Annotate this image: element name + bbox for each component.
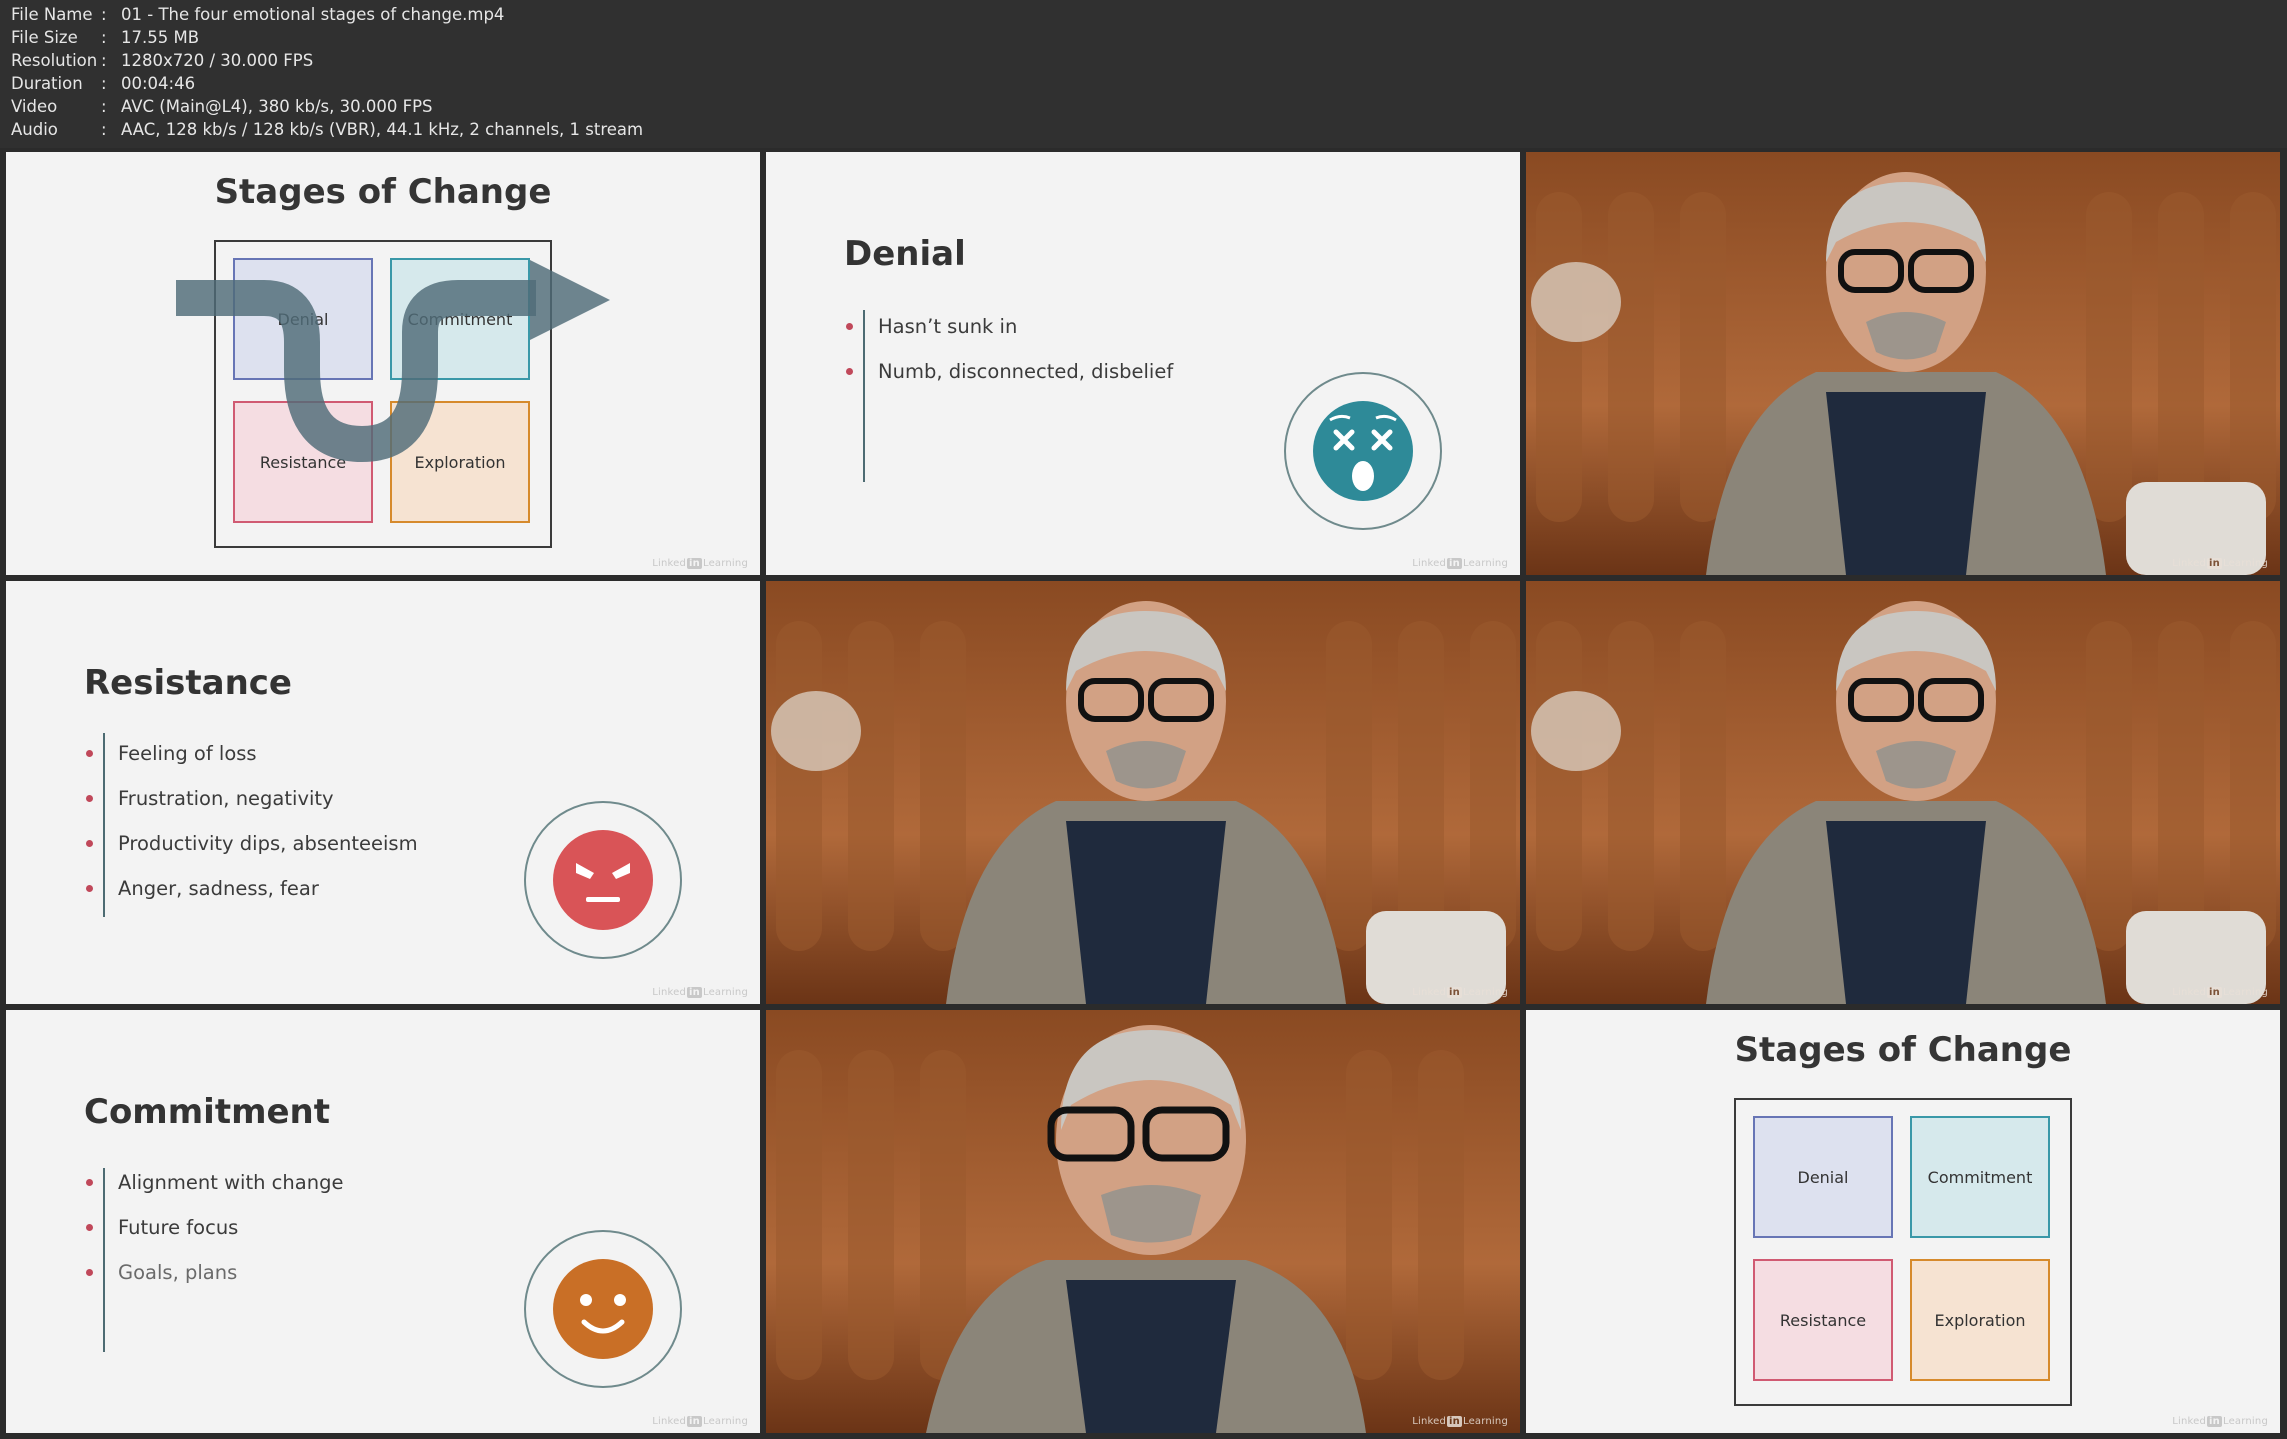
list-item: Anger, sadness, fear bbox=[86, 866, 418, 911]
presenter-video-frame bbox=[1526, 152, 2280, 575]
linkedin-learning-watermark: Linked in Learning bbox=[652, 558, 748, 569]
list-item: Hasn’t sunk in bbox=[846, 304, 1173, 349]
list-item: Productivity dips, absenteeism bbox=[86, 821, 418, 866]
list-item: Alignment with change bbox=[86, 1160, 343, 1205]
bullet-list: Alignment with change Future focus Goals… bbox=[86, 1160, 343, 1295]
bullet-dot bbox=[86, 840, 93, 847]
bullet-dot bbox=[86, 750, 93, 757]
bullet-dot bbox=[86, 1269, 93, 1276]
quadrant-exploration: Exploration bbox=[1910, 1259, 2050, 1381]
slide-title: Stages of Change bbox=[1734, 1030, 2072, 1070]
slide-title: Resistance bbox=[84, 663, 292, 703]
thumbnail-commitment[interactable]: Commitment Alignment with change Future … bbox=[6, 1010, 760, 1433]
emoji-ring bbox=[1284, 372, 1442, 530]
linkedin-learning-watermark: Linked in Learning bbox=[652, 1416, 748, 1427]
change-curve-arrow-icon bbox=[176, 260, 610, 463]
list-item: Frustration, negativity bbox=[86, 776, 418, 821]
bullet-dot bbox=[86, 1224, 93, 1231]
linkedin-learning-watermark: Linked in Learning bbox=[2172, 558, 2268, 569]
quadrant-resistance: Resistance bbox=[1753, 1259, 1893, 1381]
linkedin-learning-watermark: Linked in Learning bbox=[2172, 987, 2268, 998]
quadrant-denial: Denial bbox=[1753, 1116, 1893, 1238]
thumbnail-resistance[interactable]: Resistance Feeling of loss Frustration, … bbox=[6, 581, 760, 1004]
thumbnail-video-frame-2[interactable]: Linked in Learning bbox=[766, 581, 1520, 1004]
emoji-ring bbox=[524, 801, 682, 959]
bullet-list: Feeling of loss Frustration, negativity … bbox=[86, 731, 418, 911]
thumbnail-video-frame-3[interactable]: Linked in Learning bbox=[1526, 581, 2280, 1004]
list-item: Numb, disconnected, disbelief bbox=[846, 349, 1173, 394]
bullet-dot bbox=[86, 1179, 93, 1186]
linkedin-learning-watermark: Linked in Learning bbox=[2172, 1416, 2268, 1427]
media-info-header: File Name:01 - The four emotional stages… bbox=[0, 0, 2287, 148]
quadrant-commitment: Commitment bbox=[1910, 1116, 2050, 1238]
slide-title: Commitment bbox=[84, 1092, 331, 1132]
linkedin-learning-watermark: Linked in Learning bbox=[652, 987, 748, 998]
linkedin-learning-watermark: Linked in Learning bbox=[1412, 987, 1508, 998]
slide-title: Denial bbox=[844, 234, 966, 274]
thumbnail-video-frame-1[interactable]: Linked in Learning bbox=[1526, 152, 2280, 575]
emoji-ring bbox=[524, 1230, 682, 1388]
thumbnail-video-frame-4[interactable]: Linked in Learning bbox=[766, 1010, 1520, 1433]
presenter-video-frame bbox=[1526, 581, 2280, 1004]
list-item: Goals, plans bbox=[86, 1250, 343, 1295]
linkedin-learning-watermark: Linked in Learning bbox=[1412, 558, 1508, 569]
bullet-dot bbox=[846, 323, 853, 330]
linkedin-learning-watermark: Linked in Learning bbox=[1412, 1416, 1508, 1427]
thumbnail-denial[interactable]: Denial Hasn’t sunk in Numb, disconnected… bbox=[766, 152, 1520, 575]
bullet-list: Hasn’t sunk in Numb, disconnected, disbe… bbox=[846, 304, 1173, 394]
list-item: Future focus bbox=[86, 1205, 343, 1250]
angry-face-icon bbox=[553, 830, 653, 930]
thumbnail-stages-with-arrow[interactable]: Stages of Change Denial Commitment Resis… bbox=[6, 152, 760, 575]
presenter-video-frame bbox=[766, 581, 1520, 1004]
bullet-dot bbox=[86, 885, 93, 892]
bullet-dot bbox=[846, 368, 853, 375]
presenter-video-frame bbox=[766, 1010, 1520, 1433]
thumbnail-stages-grid[interactable]: Stages of Change Denial Commitment Resis… bbox=[1526, 1010, 2280, 1433]
bullet-dot bbox=[86, 795, 93, 802]
shocked-face-icon bbox=[1313, 401, 1413, 501]
smiling-face-icon bbox=[553, 1259, 653, 1359]
list-item: Feeling of loss bbox=[86, 731, 418, 776]
